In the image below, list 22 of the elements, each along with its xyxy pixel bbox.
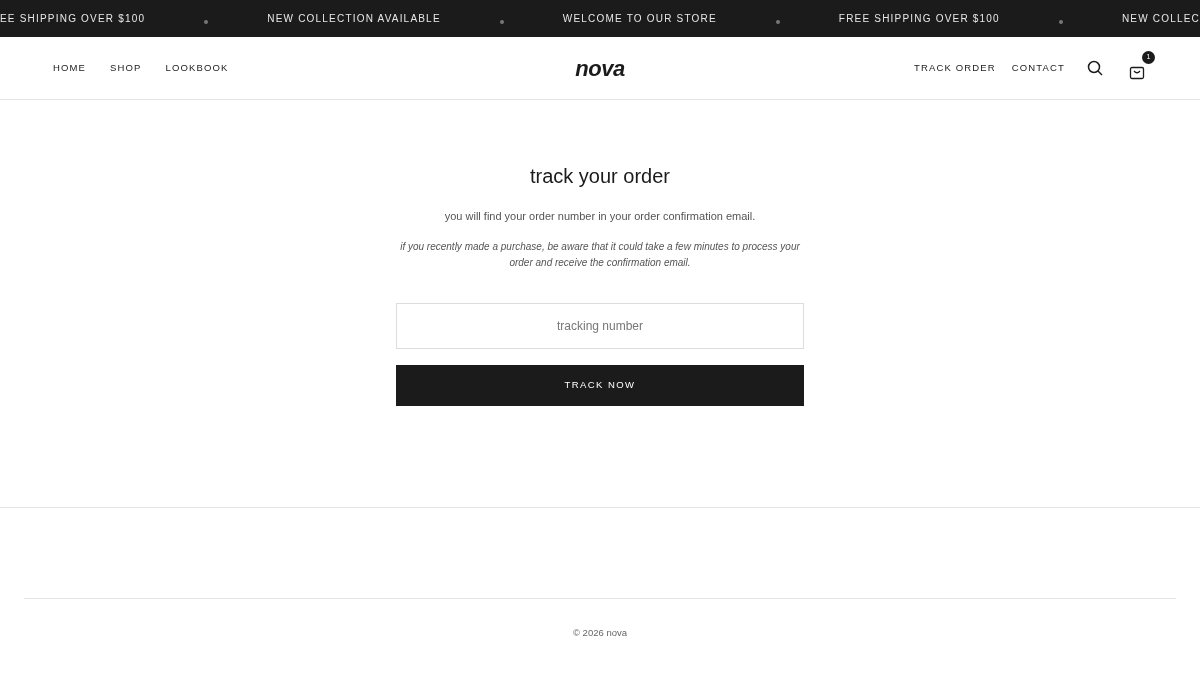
announcement-text: NEW COLLECTION AVAILABLE <box>267 12 441 26</box>
announcement-text: FREE SHIPPING OVER $100 <box>838 12 1000 26</box>
nav-link[interactable]: HOME <box>53 60 87 76</box>
nav-link[interactable]: TRACK ORDER <box>914 60 996 76</box>
search-icon[interactable] <box>1087 60 1103 76</box>
separator-dot <box>1058 19 1063 24</box>
announcement-text: EE SHIPPING OVER $100 <box>0 12 146 26</box>
nav-link[interactable]: SHOP <box>110 60 142 76</box>
subtitle-text: you will find your order number in your order confirmation email. <box>443 209 757 224</box>
nav-link[interactable]: LOOKBOOK <box>165 60 229 76</box>
announcement-text: WELCOME TO OUR STORE <box>562 12 717 26</box>
separator-dot <box>775 19 780 24</box>
page-title: track your order <box>528 164 672 188</box>
announcement-text: NEW COLLEC <box>1121 12 1200 26</box>
logo[interactable]: nova <box>575 51 625 85</box>
copyright-text: © 2026 nova <box>573 627 627 638</box>
track-now-button[interactable]: TRACK NOW <box>396 364 804 406</box>
separator-dot <box>204 19 209 24</box>
note-text: if you recently made a purchase, be aware that it could take a few minutes to process your order and receive the confirmation email. <box>400 239 800 270</box>
nav-link[interactable]: CONTACT <box>1011 60 1065 76</box>
separator-dot <box>499 19 504 24</box>
tracking-number-field[interactable]: tracking number <box>396 302 804 349</box>
